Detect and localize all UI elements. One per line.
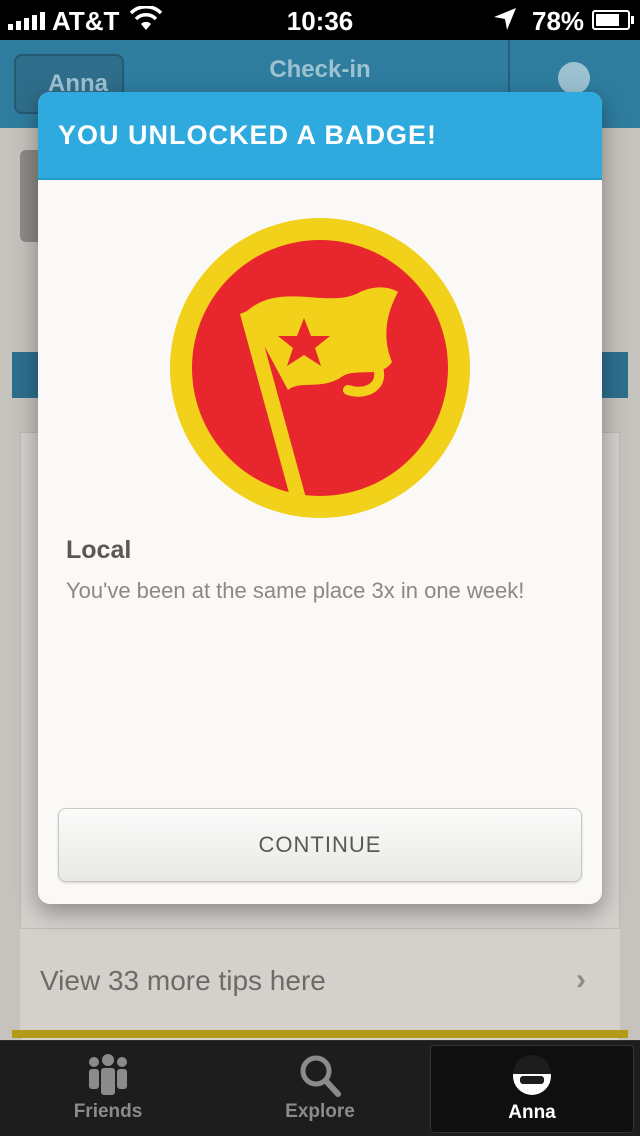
friends-icon xyxy=(89,1054,127,1095)
tab-explore[interactable]: Explore xyxy=(218,1041,422,1136)
tab-anna[interactable]: Anna xyxy=(430,1045,634,1133)
map-pin-icon xyxy=(558,62,590,94)
tab-bar: Friends Explore Anna xyxy=(0,1040,640,1136)
profile-icon xyxy=(513,1055,551,1095)
local-badge-icon xyxy=(170,218,470,518)
divider xyxy=(12,1030,628,1038)
more-tips-label: View 33 more tips here xyxy=(40,965,326,996)
dialog-header: YOU UNLOCKED A BADGE! xyxy=(38,92,602,180)
continue-button[interactable]: CONTINUE xyxy=(58,808,582,882)
tab-friends-label: Friends xyxy=(73,1101,143,1122)
tab-friends[interactable]: Friends xyxy=(6,1041,210,1136)
tab-explore-label: Explore xyxy=(285,1101,355,1122)
battery-percentage: 78% xyxy=(532,6,585,36)
search-icon xyxy=(300,1055,341,1097)
status-bar: AT&T 10:36 78% xyxy=(0,0,640,40)
location-arrow-icon xyxy=(492,6,518,39)
battery-icon xyxy=(592,10,634,30)
tab-anna-label: Anna xyxy=(508,1102,556,1123)
more-tips-link[interactable]: View 33 more tips here › xyxy=(20,928,620,1032)
badge-unlocked-dialog: YOU UNLOCKED A BADGE! Local You've been … xyxy=(38,92,602,904)
badge-description: You've been at the same place 3x in one … xyxy=(66,578,525,603)
chevron-right-icon: › xyxy=(576,963,586,996)
dialog-title: YOU UNLOCKED A BADGE! xyxy=(58,120,438,150)
badge-name: Local xyxy=(66,536,132,564)
